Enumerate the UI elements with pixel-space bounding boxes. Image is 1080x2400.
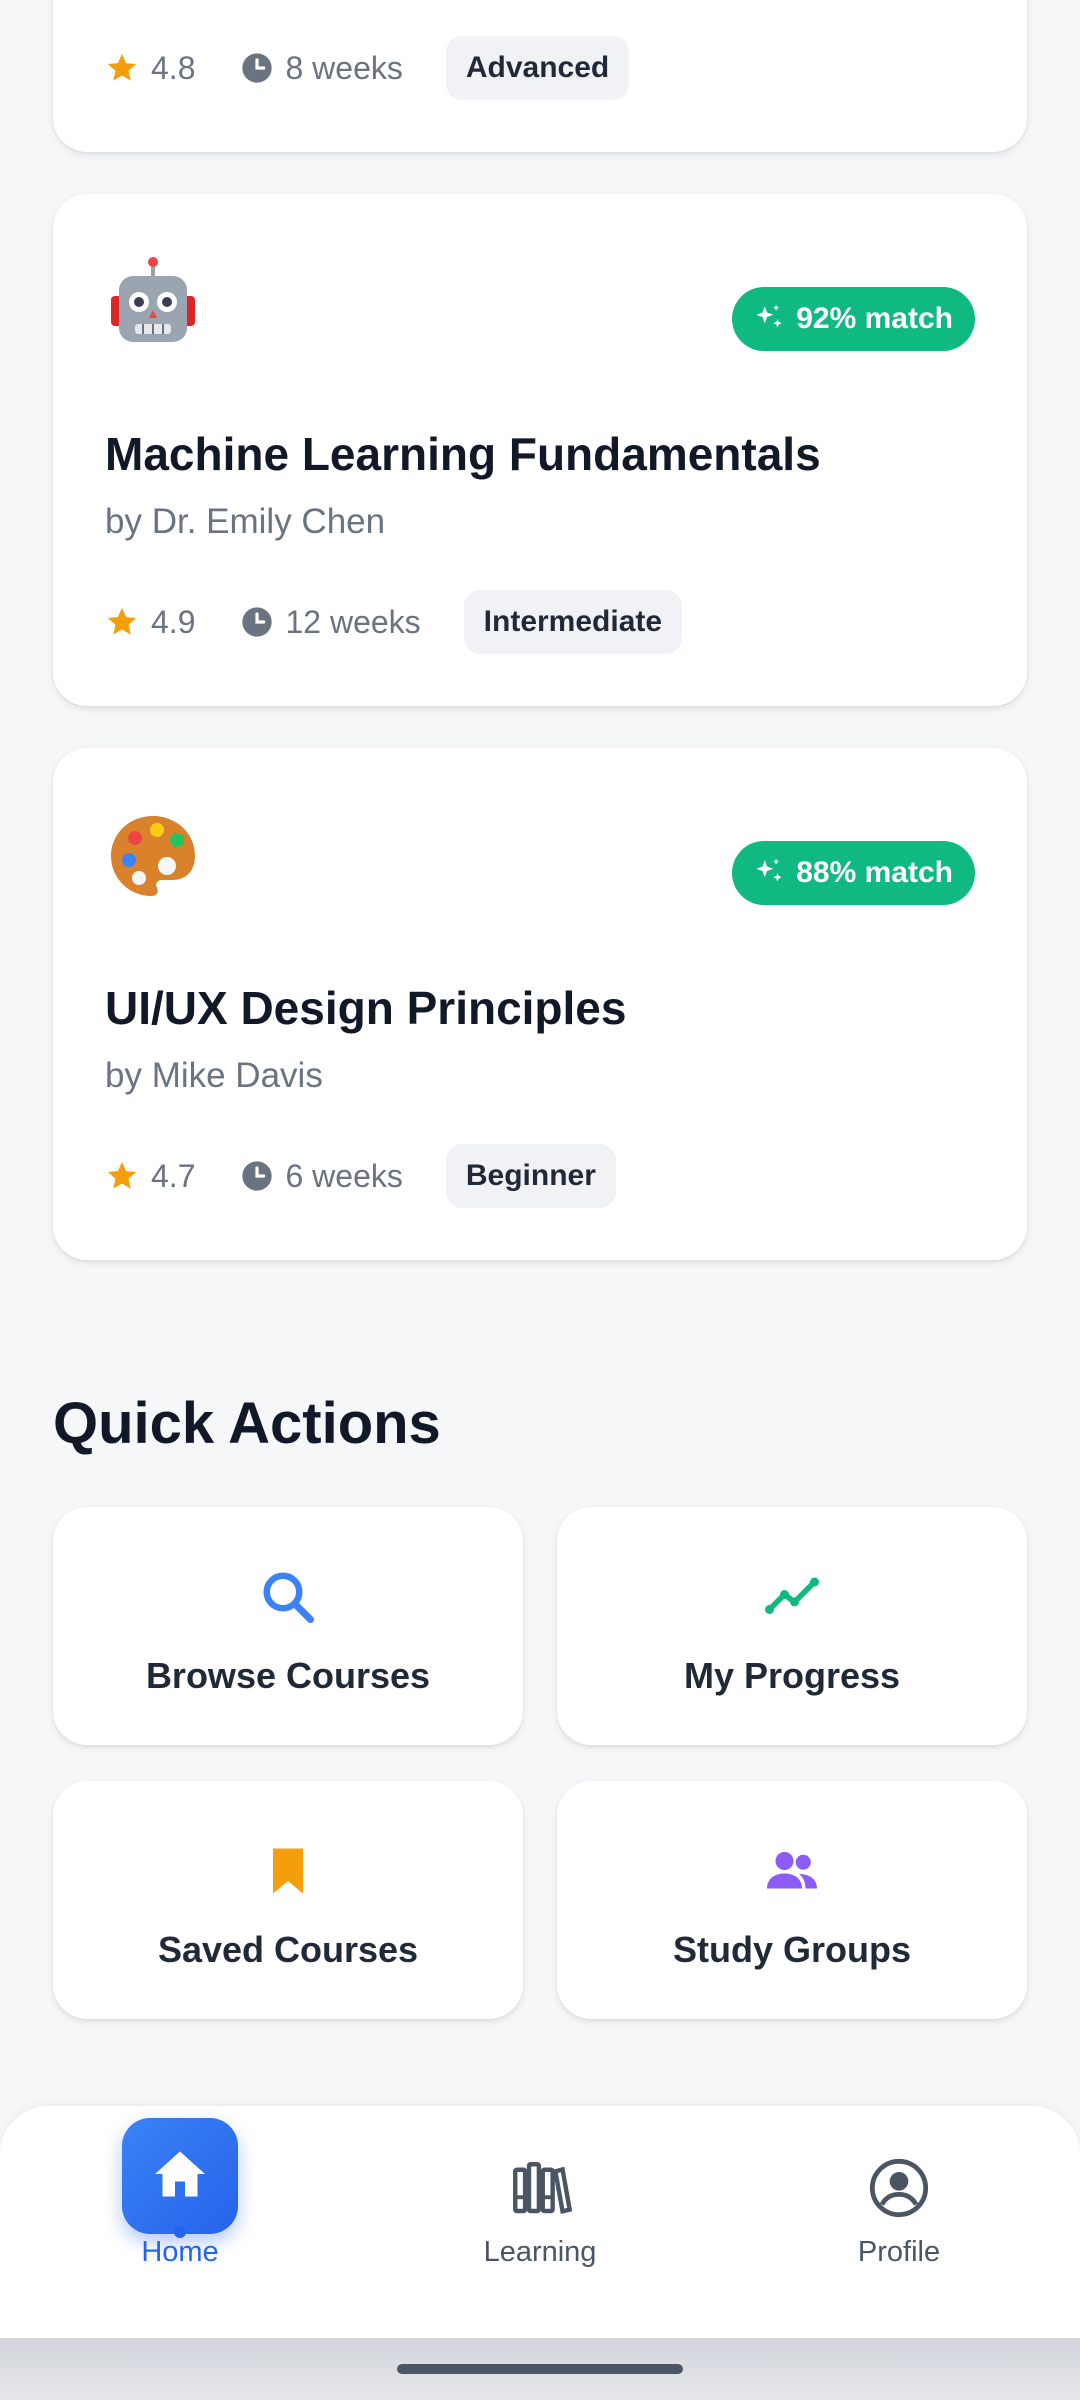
nav-label-learning: Learning [483,2236,597,2268]
clock-icon [242,1161,273,1191]
home-icon [155,2151,205,2197]
users-icon [767,1852,817,1889]
level-badge: Advanced [445,36,630,100]
match-badge: 88% match [732,841,975,905]
match-label: 88% match [796,856,953,889]
match-badge: 92% match [732,287,975,351]
saved-courses-button[interactable]: Saved Courses [53,1781,523,2019]
clock-icon [242,607,273,637]
clock-icon [242,53,273,83]
course-meta: 4.8 8 weeks Advanced [105,36,630,100]
robot-icon [111,257,195,342]
course-card-partial[interactable]: 4.8 8 weeks Advanced [53,0,1027,152]
sparkles-icon [756,858,782,882]
star-icon [107,1161,137,1189]
nav-item-profile[interactable]: Profile [789,2106,1009,2338]
nav-item-home[interactable]: Home [70,2106,290,2338]
bookmark-icon [273,1848,303,1894]
quick-actions-title: Quick Actions [53,1391,441,1456]
star-icon [107,53,137,81]
home-active-pill [122,2118,238,2234]
quick-action-label: My Progress [683,1655,901,1696]
course-meta: 4.7 6 weeks Beginner [105,1144,616,1208]
quick-action-label: Study Groups [672,1929,911,1970]
library-icon [513,2162,573,2214]
nav-label-profile: Profile [857,2236,941,2268]
course-title: Machine Learning Fundamentals [105,428,821,480]
level-badge: Beginner [445,1144,616,1208]
duration-value: 12 weeks [285,603,421,640]
duration-value: 6 weeks [285,1157,403,1194]
rating-value: 4.7 [151,1157,196,1194]
match-label: 92% match [796,302,953,335]
course-card[interactable]: 88% match UI/UX Design Principles by Mik… [53,748,1027,1260]
bottom-navigation: Home Learning Profile [0,2106,1080,2338]
rating-value: 4.8 [151,49,196,86]
search-icon [263,1572,314,1623]
duration-value: 8 weeks [285,49,403,86]
home-indicator[interactable] [397,2364,683,2374]
course-author: by Dr. Emily Chen [105,502,386,541]
level-badge: Intermediate [463,590,683,654]
sparkles-icon [756,304,782,328]
star-icon [107,607,137,635]
nav-item-learning[interactable]: Learning [430,2106,650,2338]
user-circle-icon [869,2158,929,2218]
course-meta: 4.9 12 weeks Intermediate [105,590,683,654]
course-card[interactable]: 92% match Machine Learning Fundamentals … [53,194,1027,706]
course-author: by Mike Davis [105,1056,323,1095]
quick-action-label: Saved Courses [157,1929,419,1970]
browse-courses-button[interactable]: Browse Courses [53,1507,523,1745]
nav-label-home: Home [141,2236,219,2268]
artist-palette-icon [111,816,195,896]
trending-up-icon [765,1577,819,1614]
quick-action-label: Browse Courses [145,1655,431,1696]
my-progress-button[interactable]: My Progress [557,1507,1027,1745]
course-title: UI/UX Design Principles [105,982,627,1034]
rating-value: 4.9 [151,603,196,640]
study-groups-button[interactable]: Study Groups [557,1781,1027,2019]
